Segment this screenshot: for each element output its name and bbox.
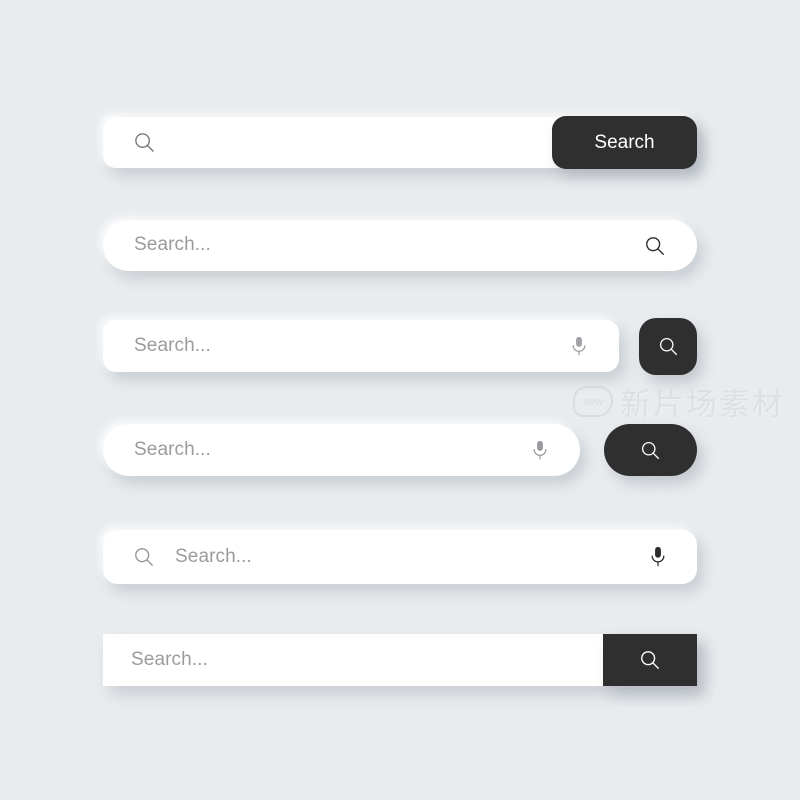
- watermark-badge: new: [573, 386, 613, 417]
- search-placeholder-row-4: Search...: [134, 439, 211, 460]
- search-placeholder-row-5: Search...: [175, 546, 252, 567]
- search-input-row-5[interactable]: Search...: [103, 530, 697, 584]
- microphone-icon[interactable]: [648, 545, 668, 568]
- watermark-text: 新片场素材: [620, 387, 785, 423]
- search-icon[interactable]: [133, 546, 155, 568]
- search-input-row-2[interactable]: Search...: [103, 220, 697, 271]
- search-placeholder-row-3: Search...: [134, 335, 211, 356]
- microphone-icon[interactable]: [569, 335, 589, 357]
- search-icon: [658, 336, 679, 357]
- search-button-row-6[interactable]: [603, 634, 697, 686]
- search-button-row-3[interactable]: [639, 318, 697, 375]
- search-bar-collection: Search Search... Search... Search... Sea…: [0, 0, 800, 800]
- search-icon: [133, 131, 156, 154]
- microphone-icon[interactable]: [530, 439, 550, 461]
- search-icon: [640, 440, 661, 461]
- search-input-row-3[interactable]: Search...: [103, 320, 619, 372]
- watermark: new 新片场素材: [573, 379, 785, 424]
- search-placeholder-row-2: Search...: [134, 234, 211, 255]
- search-button-row-1[interactable]: Search: [552, 116, 697, 169]
- search-button-row-4[interactable]: [604, 424, 697, 476]
- search-placeholder-row-6: Search...: [131, 649, 208, 670]
- search-icon[interactable]: [644, 235, 666, 257]
- search-icon: [639, 649, 661, 671]
- search-input-row-4[interactable]: Search...: [103, 424, 580, 476]
- search-button-label-row-1: Search: [594, 131, 655, 153]
